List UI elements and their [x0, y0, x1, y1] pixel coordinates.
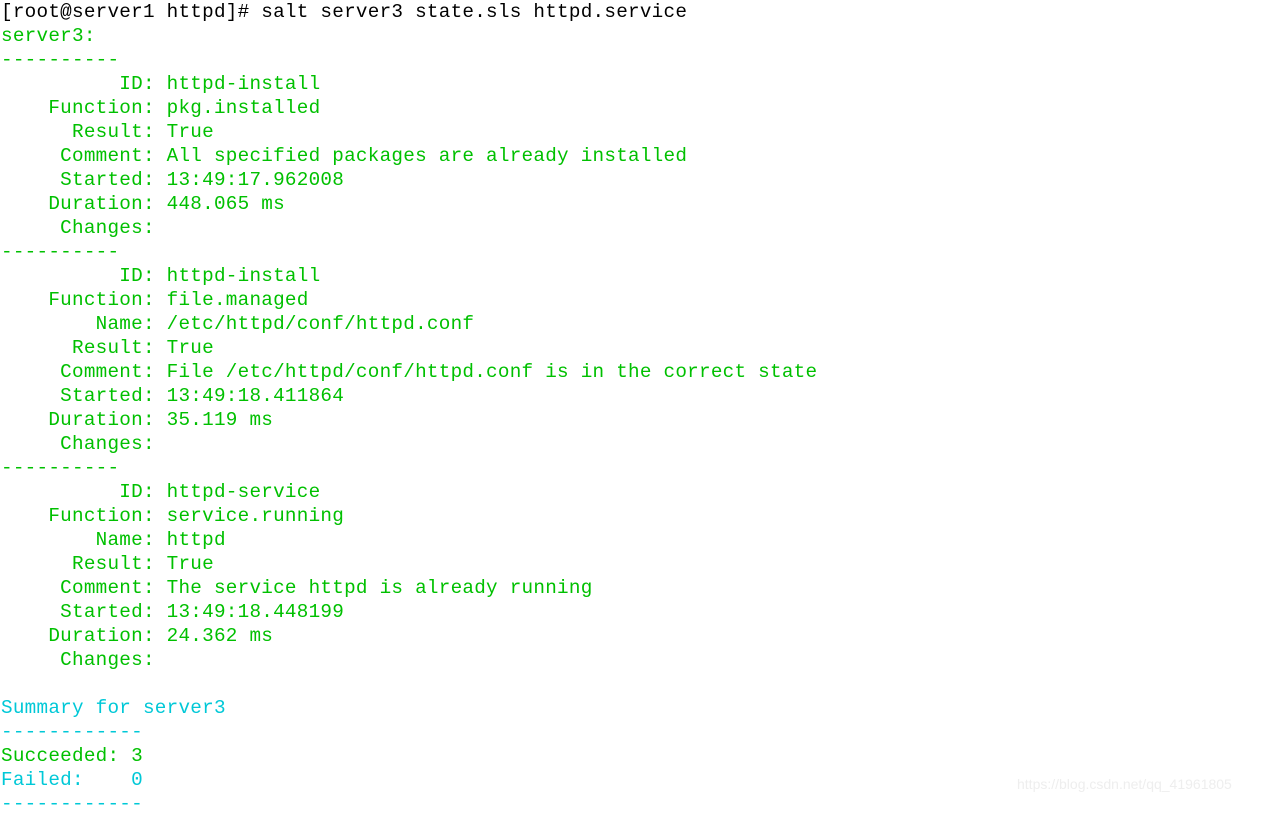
state-name-line: Name: httpd: [1, 529, 226, 551]
state-separator: ----------: [1, 49, 120, 71]
state-comment-line: Comment: All specified packages are alre…: [1, 145, 688, 167]
summary-separator-bottom: ------------: [1, 793, 143, 815]
terminal-output: [root@server1 httpd]# salt server3 state…: [0, 0, 1274, 815]
state-duration-line: Duration: 448.065 ms: [1, 193, 285, 215]
shell-prompt-command-line: [root@server1 httpd]# salt server3 state…: [1, 1, 688, 23]
state-changes-line: Changes:: [1, 649, 155, 671]
state-duration-line: Duration: 24.362 ms: [1, 625, 274, 647]
state-id-line: ID: httpd-install: [1, 265, 321, 287]
state-function-line: Function: file.managed: [1, 289, 309, 311]
state-comment-line: Comment: The service httpd is already ru…: [1, 577, 593, 599]
state-started-line: Started: 13:49:18.411864: [1, 385, 345, 407]
state-changes-line: Changes:: [1, 217, 155, 239]
watermark-url: https://blog.csdn.net/qq_41961805: [1017, 776, 1232, 792]
summary-succeeded: Succeeded: 3: [1, 745, 143, 767]
state-id-line: ID: httpd-install: [1, 73, 321, 95]
state-started-line: Started: 13:49:18.448199: [1, 601, 345, 623]
state-comment-line: Comment: File /etc/httpd/conf/httpd.conf…: [1, 361, 818, 383]
summary-title: Summary for server3: [1, 697, 226, 719]
state-separator: ----------: [1, 457, 120, 479]
minion-header: server3:: [1, 25, 96, 47]
state-id-line: ID: httpd-service: [1, 481, 321, 503]
state-duration-line: Duration: 35.119 ms: [1, 409, 274, 431]
state-started-line: Started: 13:49:17.962008: [1, 169, 345, 191]
state-name-line: Name: /etc/httpd/conf/httpd.conf: [1, 313, 475, 335]
state-result-line: Result: True: [1, 553, 214, 575]
state-function-line: Function: pkg.installed: [1, 97, 321, 119]
state-function-line: Function: service.running: [1, 505, 345, 527]
state-separator: ----------: [1, 241, 120, 263]
state-changes-line: Changes:: [1, 433, 155, 455]
summary-separator-top: ------------: [1, 721, 143, 743]
state-result-line: Result: True: [1, 337, 214, 359]
state-result-line: Result: True: [1, 121, 214, 143]
